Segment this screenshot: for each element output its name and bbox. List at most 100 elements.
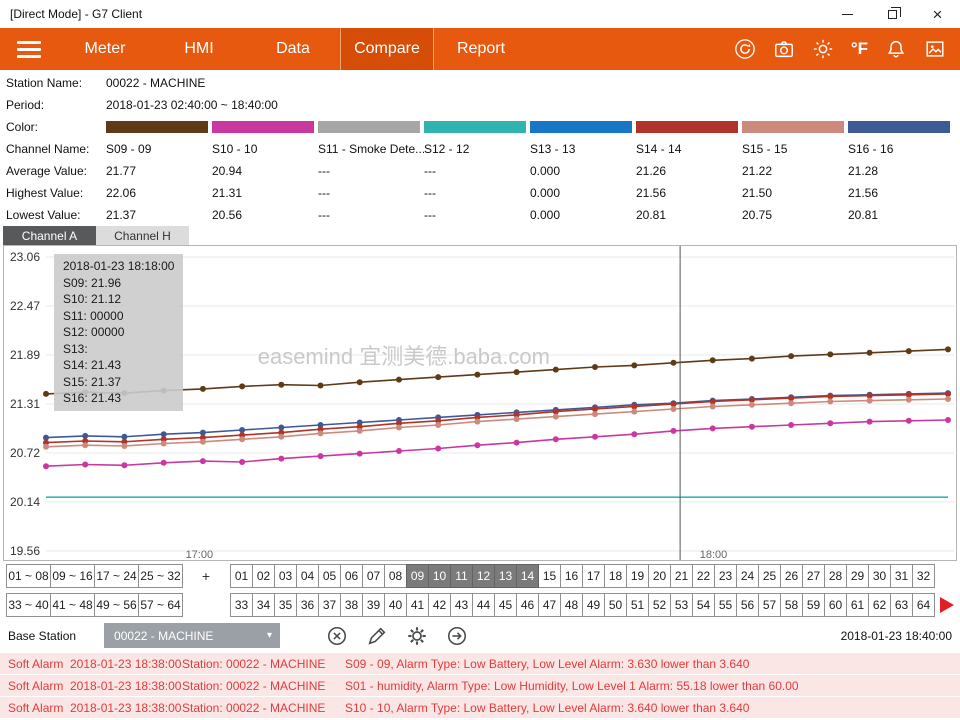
channel-button-45[interactable]: 45 [494, 593, 517, 617]
channel-button-07[interactable]: 07 [362, 564, 385, 588]
channel-group-button[interactable]: 57 ~ 64 [138, 593, 183, 617]
refresh-icon[interactable] [734, 38, 756, 60]
channel-button-22[interactable]: 22 [692, 564, 715, 588]
channel-button-62[interactable]: 62 [868, 593, 891, 617]
channel-button-20[interactable]: 20 [648, 564, 671, 588]
channel-button-34[interactable]: 34 [252, 593, 275, 617]
channel-button-43[interactable]: 43 [450, 593, 473, 617]
channel-button-27[interactable]: 27 [802, 564, 825, 588]
channel-button-08[interactable]: 08 [384, 564, 407, 588]
menu-button[interactable] [0, 28, 58, 70]
channel-button-26[interactable]: 26 [780, 564, 803, 588]
alarm-row[interactable]: Soft Alarm2018-01-23 18:38:00Station: 00… [0, 697, 960, 718]
alarm-bell-icon[interactable] [885, 38, 907, 60]
channel-button-37[interactable]: 37 [318, 593, 341, 617]
channel-button-55[interactable]: 55 [714, 593, 737, 617]
channel-button-29[interactable]: 29 [846, 564, 869, 588]
channel-button-30[interactable]: 30 [868, 564, 891, 588]
channel-button-15[interactable]: 15 [538, 564, 561, 588]
channel-button-49[interactable]: 49 [582, 593, 605, 617]
channel-button-51[interactable]: 51 [626, 593, 649, 617]
clear-icon[interactable] [326, 625, 348, 647]
channel-button-42[interactable]: 42 [428, 593, 451, 617]
channel-group-button[interactable]: 17 ~ 24 [94, 564, 139, 588]
minimize-button[interactable] [825, 0, 870, 28]
channel-button-38[interactable]: 38 [340, 593, 363, 617]
channel-button-13[interactable]: 13 [494, 564, 517, 588]
channel-button-16[interactable]: 16 [560, 564, 583, 588]
channel-group-button[interactable]: 09 ~ 16 [50, 564, 95, 588]
axis-plus-button[interactable]: + [182, 568, 230, 584]
alarm-row[interactable]: Soft Alarm2018-01-23 18:38:00Station: 00… [0, 653, 960, 674]
channel-button-10[interactable]: 10 [428, 564, 451, 588]
brightness-icon[interactable] [812, 38, 834, 60]
channel-button-46[interactable]: 46 [516, 593, 539, 617]
nav-tab-meter[interactable]: Meter [58, 28, 152, 70]
channel-button-56[interactable]: 56 [736, 593, 759, 617]
camera-icon[interactable] [773, 38, 795, 60]
nav-tab-hmi[interactable]: HMI [152, 28, 246, 70]
channel-button-58[interactable]: 58 [780, 593, 803, 617]
channel-button-40[interactable]: 40 [384, 593, 407, 617]
channel-button-04[interactable]: 04 [296, 564, 319, 588]
chart-area[interactable]: 23.0622.4721.8921.3120.7220.1419.56easem… [3, 245, 957, 561]
channel-button-52[interactable]: 52 [648, 593, 671, 617]
restore-button[interactable] [870, 0, 915, 28]
base-station-dropdown[interactable]: 00022 - MACHINE ▾ [104, 623, 280, 648]
close-button[interactable]: × [915, 0, 960, 28]
channel-button-48[interactable]: 48 [560, 593, 583, 617]
channel-button-47[interactable]: 47 [538, 593, 561, 617]
channel-button-11[interactable]: 11 [450, 564, 473, 588]
channel-button-02[interactable]: 02 [252, 564, 275, 588]
channel-group-button[interactable]: 25 ~ 32 [138, 564, 183, 588]
channel-button-01[interactable]: 01 [230, 564, 253, 588]
temp-unit-button[interactable]: °F [851, 39, 868, 59]
tab-channel-a[interactable]: Channel A [3, 226, 96, 245]
channel-button-53[interactable]: 53 [670, 593, 693, 617]
alarm-row[interactable]: Soft Alarm2018-01-23 18:38:00Station: 00… [0, 675, 960, 696]
channel-button-21[interactable]: 21 [670, 564, 693, 588]
snapshot-icon[interactable] [924, 38, 946, 60]
next-page-arrow-icon[interactable] [940, 597, 954, 613]
channel-button-28[interactable]: 28 [824, 564, 847, 588]
channel-button-18[interactable]: 18 [604, 564, 627, 588]
channel-button-63[interactable]: 63 [890, 593, 913, 617]
channel-button-54[interactable]: 54 [692, 593, 715, 617]
channel-button-36[interactable]: 36 [296, 593, 319, 617]
channel-group-button[interactable]: 33 ~ 40 [6, 593, 51, 617]
channel-group-button[interactable]: 41 ~ 48 [50, 593, 95, 617]
channel-button-25[interactable]: 25 [758, 564, 781, 588]
channel-button-12[interactable]: 12 [472, 564, 495, 588]
channel-button-35[interactable]: 35 [274, 593, 297, 617]
channel-group-button[interactable]: 01 ~ 08 [6, 564, 51, 588]
channel-button-05[interactable]: 05 [318, 564, 341, 588]
tab-channel-h[interactable]: Channel H [96, 226, 189, 245]
channel-button-24[interactable]: 24 [736, 564, 759, 588]
channel-button-60[interactable]: 60 [824, 593, 847, 617]
nav-tab-report[interactable]: Report [434, 28, 528, 70]
nav-tab-compare[interactable]: Compare [340, 28, 434, 70]
channel-button-32[interactable]: 32 [912, 564, 935, 588]
channel-button-44[interactable]: 44 [472, 593, 495, 617]
channel-button-59[interactable]: 59 [802, 593, 825, 617]
channel-button-57[interactable]: 57 [758, 593, 781, 617]
go-arrow-icon[interactable] [446, 625, 468, 647]
channel-group-button[interactable]: 49 ~ 56 [94, 593, 139, 617]
channel-button-03[interactable]: 03 [274, 564, 297, 588]
settings-gear-icon[interactable] [406, 625, 428, 647]
channel-button-64[interactable]: 64 [912, 593, 935, 617]
channel-button-09[interactable]: 09 [406, 564, 429, 588]
channel-button-50[interactable]: 50 [604, 593, 627, 617]
channel-button-14[interactable]: 14 [516, 564, 539, 588]
channel-button-33[interactable]: 33 [230, 593, 253, 617]
channel-button-31[interactable]: 31 [890, 564, 913, 588]
nav-tab-data[interactable]: Data [246, 28, 340, 70]
channel-button-41[interactable]: 41 [406, 593, 429, 617]
channel-button-19[interactable]: 19 [626, 564, 649, 588]
edit-pencil-icon[interactable] [366, 625, 388, 647]
channel-button-39[interactable]: 39 [362, 593, 385, 617]
channel-button-06[interactable]: 06 [340, 564, 363, 588]
channel-button-61[interactable]: 61 [846, 593, 869, 617]
channel-button-17[interactable]: 17 [582, 564, 605, 588]
channel-button-23[interactable]: 23 [714, 564, 737, 588]
